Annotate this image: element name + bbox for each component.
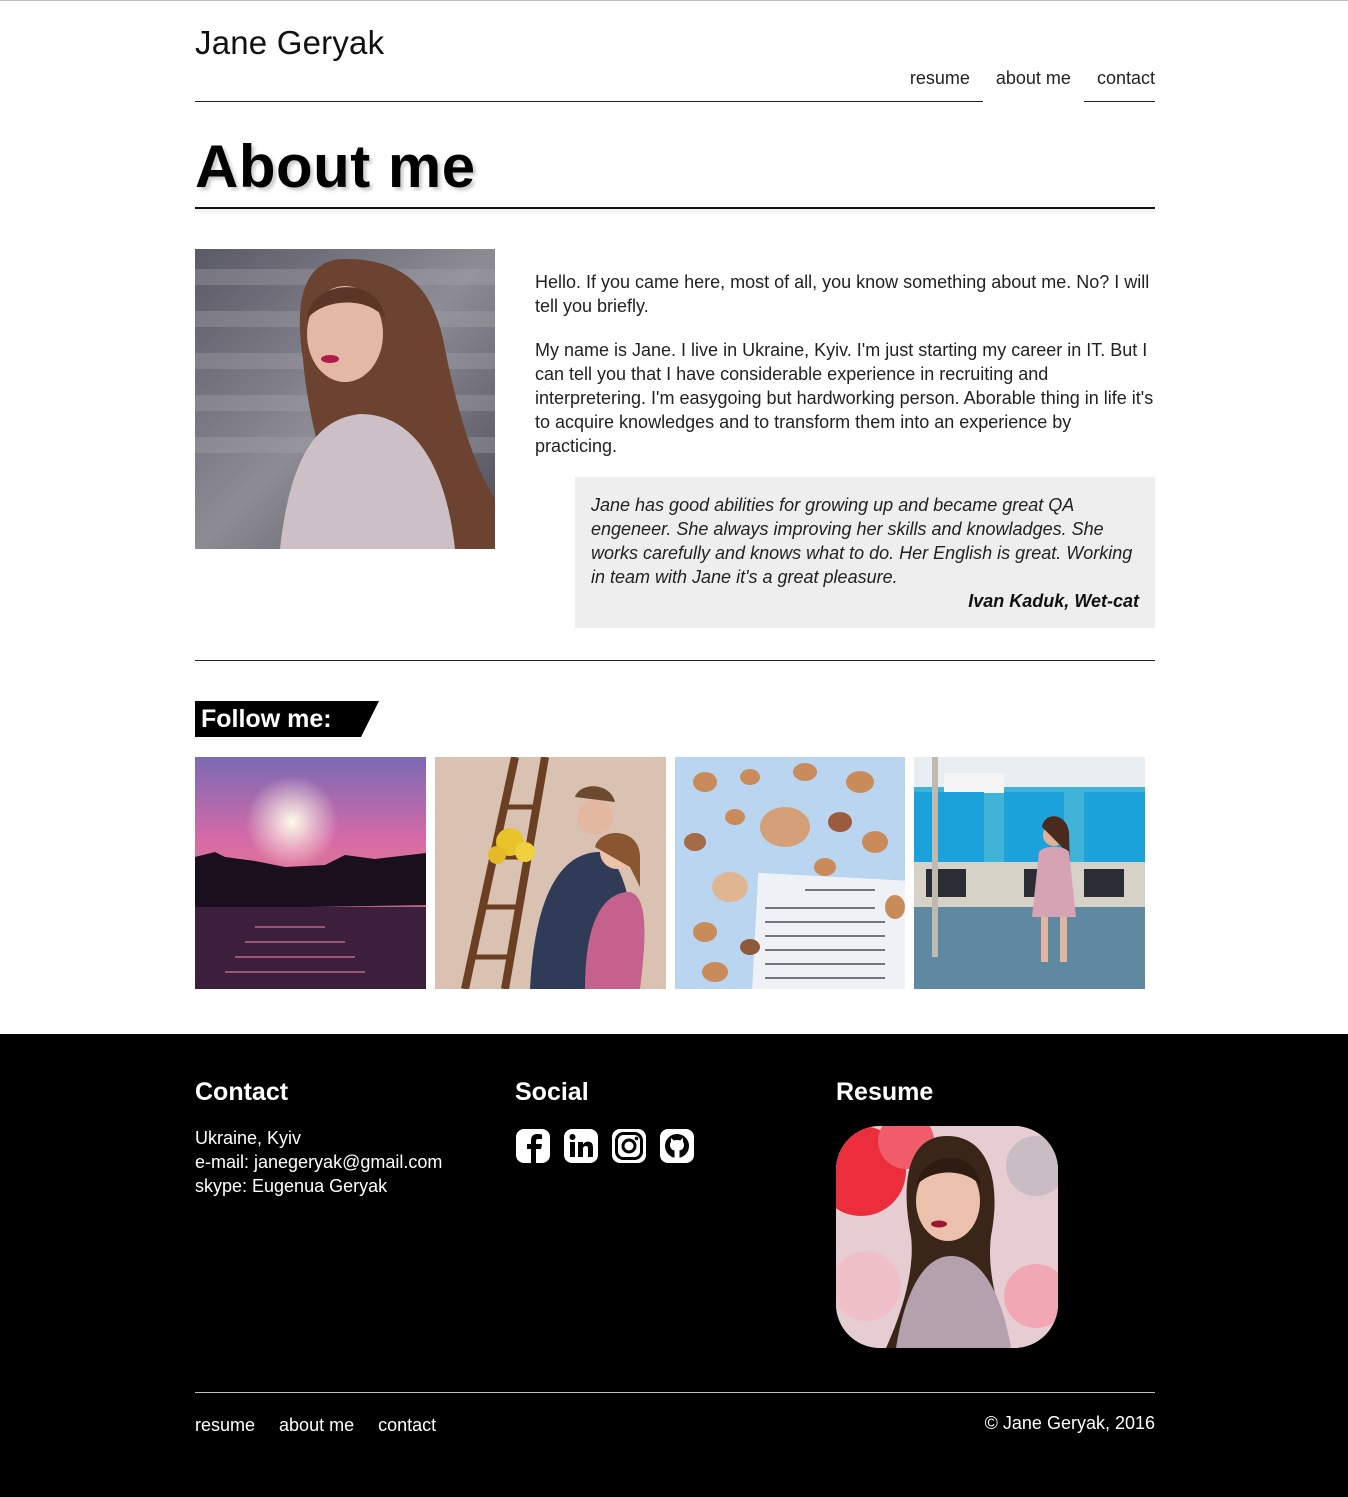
github-icon[interactable] (659, 1128, 695, 1164)
title-divider (195, 207, 1155, 209)
nav-item-resume[interactable]: resume (897, 66, 983, 102)
section-divider (195, 660, 1155, 661)
footer-nav-resume[interactable]: resume (195, 1415, 255, 1436)
follow-me-banner: Follow me: (195, 701, 379, 737)
bio-paragraph-2: My name is Jane. I live in Ukraine, Kyiv… (535, 340, 1154, 456)
bio-paragraph-1: Hello. If you came here, most of all, yo… (535, 272, 1150, 316)
social-links (515, 1128, 695, 1164)
nav-item-contact[interactable]: contact (1084, 66, 1155, 102)
bio-text: Hello. If you came here, most of all, yo… (535, 270, 1155, 478)
testimonial-quote: Jane has good abilities for growing up a… (575, 477, 1155, 628)
nav-item-about-me[interactable]: about me (982, 66, 1084, 102)
resume-photo[interactable] (836, 1126, 1058, 1348)
instagram-icon[interactable] (611, 1128, 647, 1164)
contact-skype: skype: Eugenua Geryak (195, 1176, 388, 1196)
gallery-photo-sunset[interactable] (195, 757, 426, 989)
footer-resume-heading: Resume (836, 1078, 934, 1106)
contact-email[interactable]: e-mail: janegeryak@gmail.com (195, 1150, 442, 1174)
portrait-photo (195, 249, 495, 549)
linkedin-icon[interactable] (563, 1128, 599, 1164)
facebook-icon[interactable] (515, 1128, 551, 1164)
contact-location: Ukraine, Kyiv (195, 1128, 302, 1148)
footer-nav: resume about me contact (195, 1415, 436, 1436)
footer-nav-about-me[interactable]: about me (279, 1415, 354, 1436)
gallery-photo-shells[interactable] (674, 757, 906, 989)
gallery-photo-boat[interactable] (914, 757, 1145, 989)
footer-contact-heading: Contact (195, 1078, 289, 1106)
footer-contact-info: Ukraine, Kyiv e-mail: janegeryak@gmail.c… (195, 1126, 442, 1198)
follow-me-label: Follow me: (201, 705, 332, 733)
footer-divider (195, 1392, 1155, 1393)
copyright: © Jane Geryak, 2016 (984, 1413, 1155, 1433)
footer-nav-contact[interactable]: contact (378, 1415, 436, 1436)
photo-gallery (195, 757, 1145, 989)
gallery-photo-couple[interactable] (434, 757, 666, 989)
top-border (0, 0, 1348, 1)
page-title: About me (195, 133, 476, 200)
quote-author: Ivan Kaduk, Wet-cat (968, 591, 1139, 611)
site-title[interactable]: Jane Geryak (195, 24, 384, 62)
footer-social-heading: Social (515, 1078, 589, 1106)
quote-text: Jane has good abilities for growing up a… (591, 495, 1133, 587)
main-nav: resume about me contact (195, 66, 1155, 102)
